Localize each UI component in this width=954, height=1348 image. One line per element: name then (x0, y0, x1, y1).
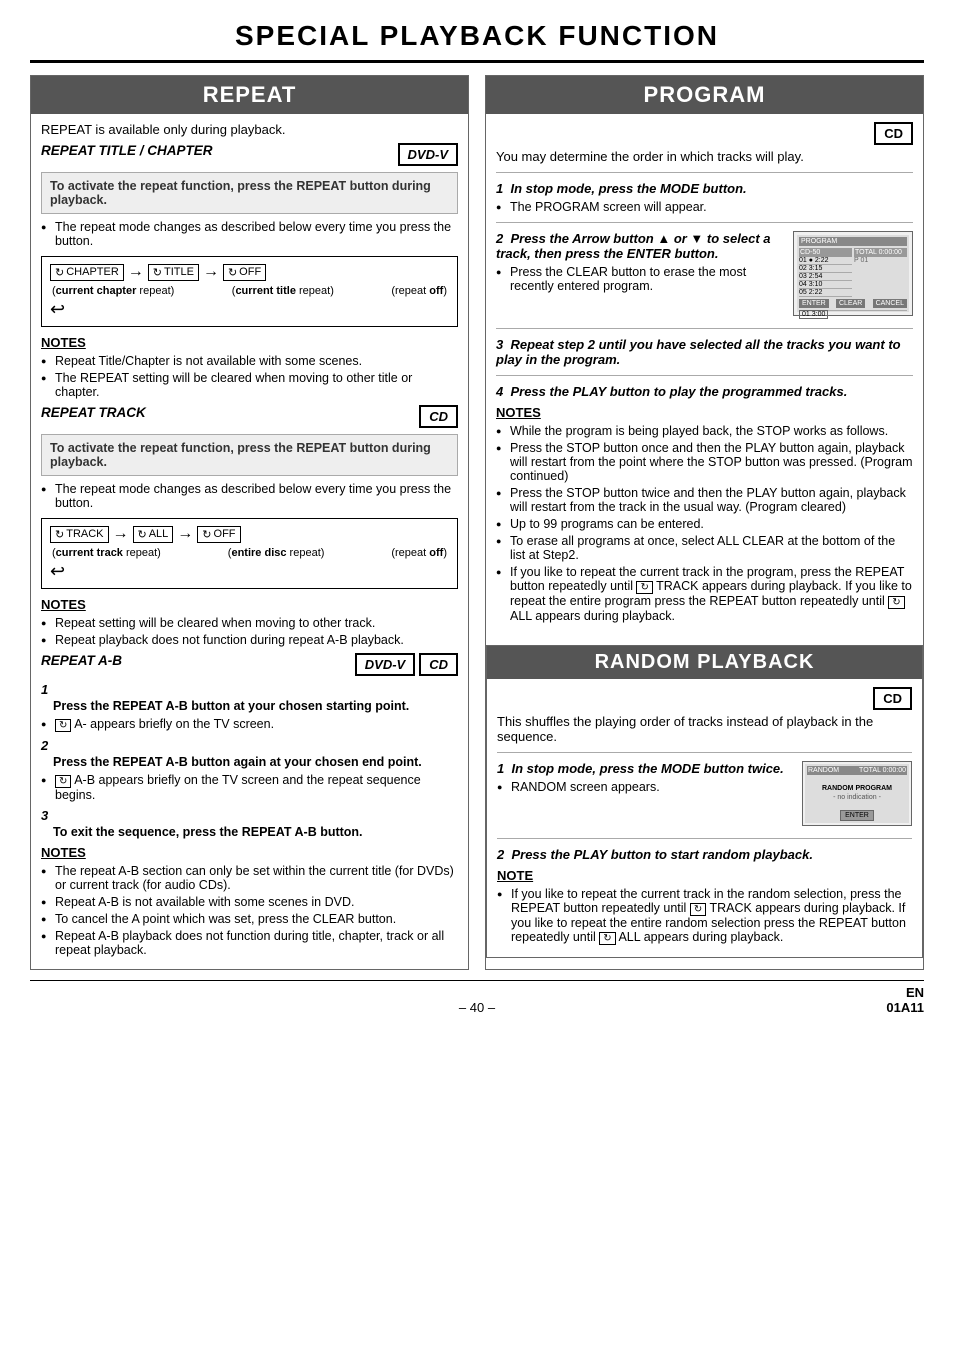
repeat-title-chapter-header: REPEAT TITLE / CHAPTER DVD-V (41, 143, 458, 166)
ab-note1: The repeat A-B section can only be set w… (41, 864, 458, 892)
cd-badge-track: CD (419, 405, 458, 428)
repeat-track-instruction: To activate the repeat function, press t… (41, 434, 458, 476)
track-diagram: ↻ TRACK → ↻ ALL → ↻ OFF (current track r… (41, 518, 458, 589)
track-off-label: (repeat off) (391, 547, 447, 559)
arrow3: → (113, 525, 129, 543)
repeat-track-note2: Repeat playback does not function during… (41, 633, 458, 647)
program-section-header: PROGRAM (486, 76, 923, 114)
repeat-ab-header: REPEAT A-B DVD-V CD (41, 653, 458, 676)
title-chapter-instruction: To activate the repeat function, press t… (41, 172, 458, 214)
title-icon: ↻ TITLE (148, 264, 199, 281)
ab-step3-num: 3 (41, 808, 458, 823)
dvdv-badge: DVD-V (398, 143, 458, 166)
random-intro: This shuffles the playing order of track… (497, 714, 912, 744)
ab-step1-num: 1 (41, 682, 458, 697)
random-step2-num: 2 Press the PLAY button to start random … (497, 847, 912, 862)
track-off-icon: ↻ OFF (197, 526, 240, 543)
off-label: (repeat off) (391, 285, 447, 297)
repeat-track-note1: Repeat setting will be cleared when movi… (41, 616, 458, 630)
random-note-title: NOTE (497, 868, 912, 883)
ab-note2: Repeat A-B is not available with some sc… (41, 895, 458, 909)
off-icon: ↻ OFF (223, 264, 266, 281)
chapter-label: (current chapter repeat) (52, 285, 174, 297)
ab-step3-desc: To exit the sequence, press the REPEAT A… (53, 825, 458, 839)
ab-note4: Repeat A-B playback does not function du… (41, 929, 458, 957)
bottom-bar: – 40 – EN01A11 (30, 980, 924, 1015)
prog-note3: Press the STOP button twice and then the… (496, 486, 913, 514)
track-label: (current track repeat) (52, 547, 161, 559)
ab-notes-title: NOTES (41, 845, 458, 860)
ab-step1-bullet: ↻ A- appears briefly on the TV screen. (41, 717, 458, 732)
title-chapter-diagram: ↻ CHAPTER → ↻ TITLE → ↻ OFF (current cha… (41, 256, 458, 327)
repeat-section-header: REPEAT (31, 76, 468, 114)
title-chapter-bullet1: The repeat mode changes as described bel… (41, 220, 458, 248)
arrow4: → (177, 525, 193, 543)
prog-step1-num: 1 In stop mode, press the MODE button. (496, 181, 913, 196)
cd-badge-ab: CD (419, 653, 458, 676)
program-notes-title: NOTES (496, 405, 913, 420)
prog-note2: Press the STOP button once and then the … (496, 441, 913, 483)
prog-note4: Up to 99 programs can be entered. (496, 517, 913, 531)
track-icon: ↻ TRACK (50, 526, 109, 543)
random-cd-badge: CD (873, 687, 912, 710)
program-cd-badge: CD (874, 122, 913, 145)
prog-note5: To erase all programs at once, select AL… (496, 534, 913, 562)
arrow1: → (128, 263, 144, 281)
prog-note6: If you like to repeat the current track … (496, 565, 913, 623)
program-intro: You may determine the order in which tra… (496, 149, 913, 164)
repeat-track-notes-title: NOTES (41, 597, 458, 612)
repeat-intro: REPEAT is available only during playback… (41, 122, 458, 137)
all-label: (entire disc repeat) (228, 547, 325, 559)
prog-step3-num: 3 Repeat step 2 until you have selected … (496, 337, 913, 367)
random-step1-bullet: RANDOM screen appears. (497, 780, 912, 794)
random-playback-header: RANDOM PLAYBACK (487, 646, 922, 679)
arrow2: → (203, 263, 219, 281)
ab-step1-desc: Press the REPEAT A-B button at your chos… (53, 699, 458, 713)
ab-note3: To cancel the A point which was set, pre… (41, 912, 458, 926)
ab-step2-num: 2 (41, 738, 458, 753)
lang-code: EN01A11 (626, 985, 924, 1015)
title-chapter-notes-title: NOTES (41, 335, 458, 350)
repeat-track-bullet1: The repeat mode changes as described bel… (41, 482, 458, 510)
ab-step2-desc: Press the REPEAT A-B button again at you… (53, 755, 458, 769)
page-number: – 40 – (328, 1000, 626, 1015)
title-chapter-note2: The REPEAT setting will be cleared when … (41, 371, 458, 399)
repeat-track-header: REPEAT TRACK CD (41, 405, 458, 428)
page-title: SPECIAL PLAYBACK FUNCTION (30, 20, 924, 63)
prog-step2-bullet: Press the CLEAR button to erase the most… (496, 265, 913, 293)
dvdv-badge-ab: DVD-V (355, 653, 415, 676)
prog-step4-num: 4 Press the PLAY button to play the prog… (496, 384, 913, 399)
prog-step1-bullet: The PROGRAM screen will appear. (496, 200, 913, 214)
all-icon: ↻ ALL (133, 526, 174, 543)
title-chapter-note1: Repeat Title/Chapter is not available wi… (41, 354, 458, 368)
chapter-icon: ↻ CHAPTER (50, 264, 124, 281)
title-label: (current title repeat) (232, 285, 334, 297)
random-playback-section: RANDOM PLAYBACK CD This shuffles the pla… (486, 645, 923, 958)
ab-step2-bullet: ↻ A-B appears briefly on the TV screen a… (41, 773, 458, 802)
prog-note1: While the program is being played back, … (496, 424, 913, 438)
random-note1: If you like to repeat the current track … (497, 887, 912, 945)
